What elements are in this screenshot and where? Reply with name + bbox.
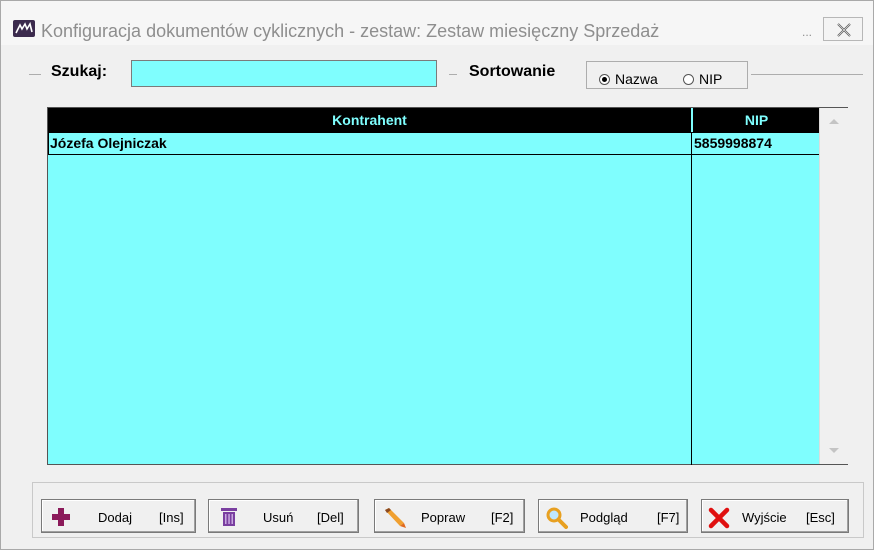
sort-options: Nazwa NIP — [586, 61, 748, 89]
add-button[interactable]: Dodaj [Ins] — [41, 499, 196, 533]
radio-selected-icon — [599, 74, 610, 85]
cell-kontrahent[interactable]: Józefa Olejniczak — [48, 132, 691, 155]
title-ellipsis: ... — [802, 25, 813, 39]
vertical-scrollbar[interactable] — [819, 108, 848, 464]
plus-icon — [51, 507, 71, 530]
column-divider — [691, 132, 692, 465]
arrow-up-icon — [829, 119, 839, 124]
sort-by-name-radio[interactable]: Nazwa — [599, 71, 658, 87]
preview-button-label: Podgląd — [580, 510, 628, 525]
table-row[interactable]: Józefa Olejniczak 5859998874 — [48, 132, 820, 155]
sort-option-label: Nazwa — [615, 71, 658, 87]
search-input[interactable] — [131, 60, 437, 87]
exit-button-shortcut: [Esc] — [806, 510, 835, 525]
magnifier-icon — [546, 507, 568, 532]
pencil-icon — [383, 507, 407, 532]
sort-by-nip-radio[interactable]: NIP — [683, 71, 722, 87]
search-label: Szukaj: — [51, 63, 108, 80]
close-x-icon — [708, 507, 730, 532]
radio-unselected-icon — [683, 74, 694, 85]
arrow-down-icon — [829, 448, 839, 453]
exit-button-label: Wyjście — [742, 510, 787, 525]
group-border — [751, 74, 863, 75]
title-bar: Konfiguracja dokumentów cyklicznych - ze… — [1, 1, 873, 45]
scroll-down-button[interactable] — [822, 438, 846, 462]
group-border — [449, 74, 457, 75]
close-icon — [837, 23, 851, 37]
window-title: Konfiguracja dokumentów cyklicznych - ze… — [41, 21, 660, 41]
delete-button[interactable]: Usuń [Del] — [208, 499, 359, 533]
sort-label: Sortowanie — [469, 63, 556, 80]
scroll-up-button[interactable] — [822, 110, 846, 134]
edit-button-shortcut: [F2] — [491, 510, 514, 525]
add-button-label: Dodaj — [98, 510, 132, 525]
edit-button-label: Popraw — [421, 510, 466, 525]
exit-button[interactable]: Wyjście [Esc] — [701, 499, 849, 533]
column-header-nip[interactable]: NIP — [692, 108, 820, 132]
cell-nip[interactable]: 5859998874 — [691, 132, 820, 155]
edit-button[interactable]: Popraw [F2] — [374, 499, 525, 533]
sort-option-label: NIP — [699, 71, 723, 87]
app-logo-icon — [13, 20, 35, 37]
column-header-kontrahent[interactable]: Kontrahent — [48, 108, 691, 132]
preview-button[interactable]: Podgląd [F7] — [538, 499, 688, 533]
trash-icon — [220, 507, 238, 530]
group-border — [29, 74, 41, 75]
delete-button-shortcut: [Del] — [317, 510, 344, 525]
close-window-button[interactable] — [823, 17, 863, 41]
delete-button-label: Usuń — [263, 510, 294, 525]
add-button-shortcut: [Ins] — [159, 510, 184, 525]
preview-button-shortcut: [F7] — [657, 510, 680, 525]
dialog-window: Konfiguracja dokumentów cyklicznych - ze… — [0, 0, 874, 550]
contractor-grid[interactable]: Kontrahent NIP Józefa Olejniczak 5859998… — [47, 107, 848, 465]
